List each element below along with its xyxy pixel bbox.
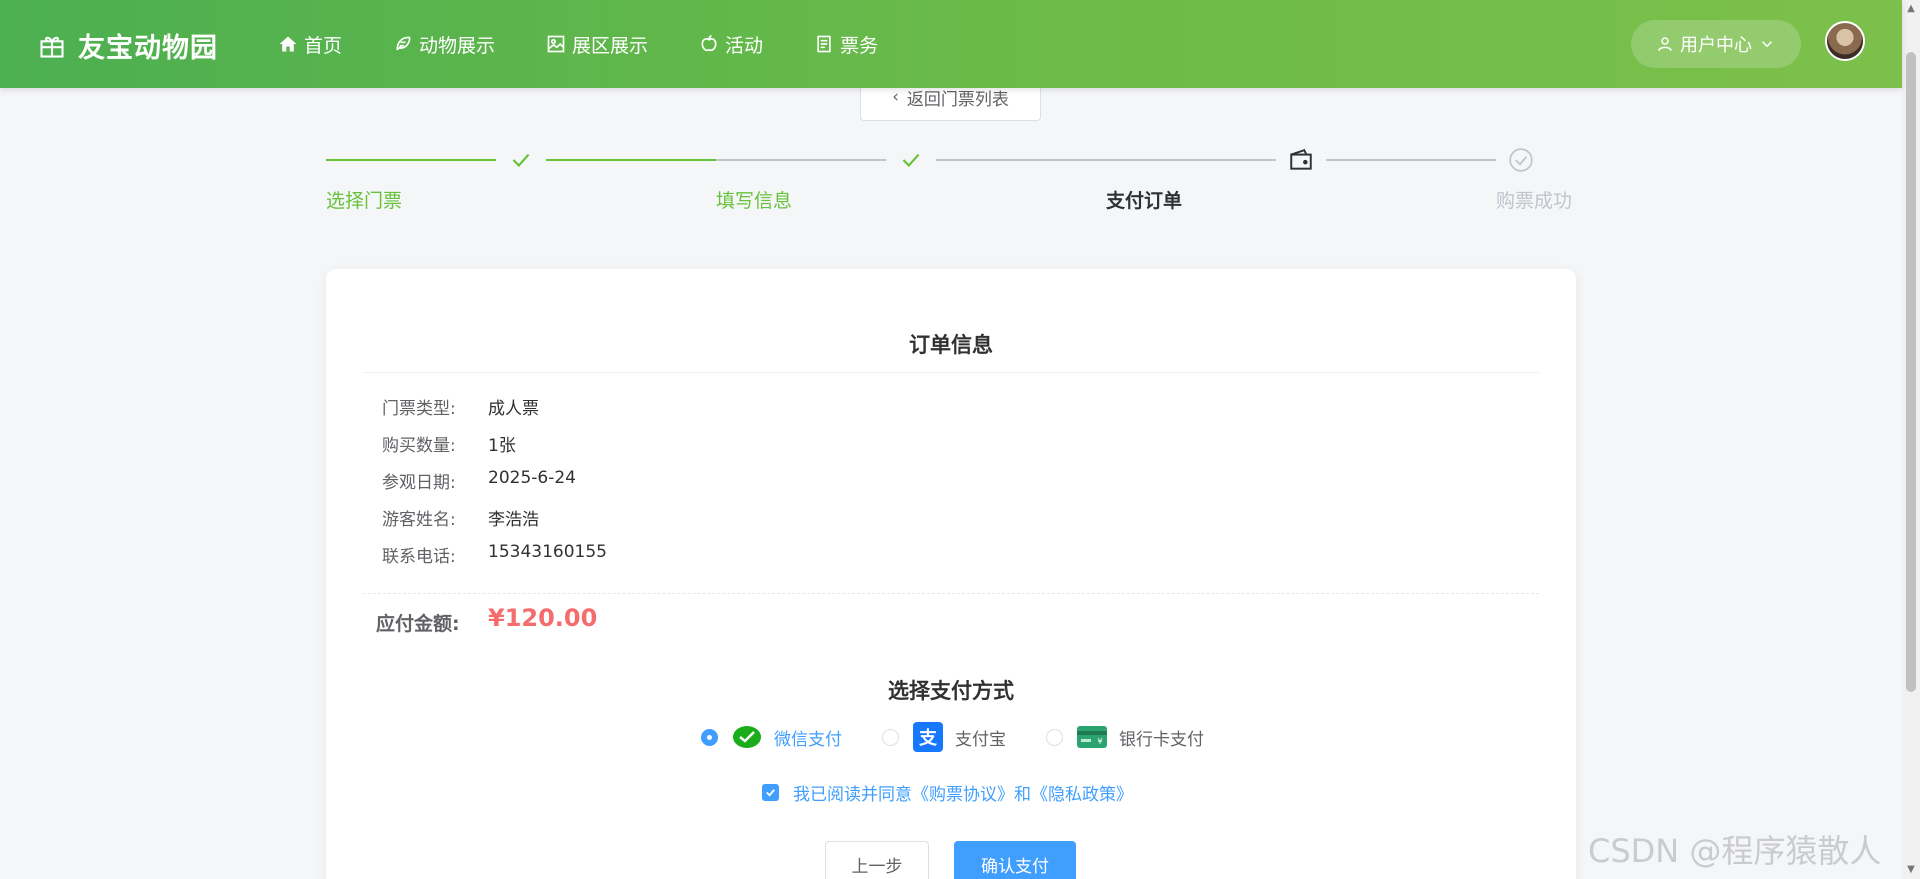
step-line xyxy=(936,159,1276,161)
info-label: 门票类型: xyxy=(382,399,456,419)
payment-label: 微信支付 xyxy=(774,729,842,750)
step-line xyxy=(326,159,496,161)
step-label: 支付订单 xyxy=(1106,190,1183,212)
apple-icon xyxy=(701,34,717,52)
scroll-down-arrow-icon[interactable]: ▼ xyxy=(1902,861,1920,879)
document-icon xyxy=(817,35,831,53)
info-label: 游客姓名: xyxy=(382,510,456,530)
svg-text:支: 支 xyxy=(918,727,938,749)
avatar[interactable] xyxy=(1825,21,1865,61)
step-line xyxy=(1326,159,1496,161)
radio-bank-card[interactable] xyxy=(1046,728,1063,746)
step-1-node xyxy=(496,140,546,180)
amount-label: 应付金额: xyxy=(376,613,460,635)
watermark: CSDN @程序猿散人 xyxy=(1588,832,1882,870)
payment-label: 银行卡支付 xyxy=(1119,729,1204,750)
wechat-pay-icon xyxy=(733,726,761,748)
dashed-divider xyxy=(363,593,1539,594)
previous-step-button[interactable]: 上一步 xyxy=(825,841,929,879)
step-line xyxy=(546,159,716,161)
payment-options: 微信支付 支 支付宝 ¥ 银行卡支付 xyxy=(701,722,1244,752)
info-label: 购买数量: xyxy=(382,436,456,456)
checkbox-checked-icon[interactable] xyxy=(762,784,779,801)
nav-item-label: 首页 xyxy=(304,34,343,57)
info-value: 李浩浩 xyxy=(488,510,539,530)
nav-item-tickets[interactable]: 票务 xyxy=(814,31,878,58)
info-row-ticket-type: 门票类型: 成人票 xyxy=(382,394,539,419)
step-label: 购票成功 xyxy=(1496,190,1573,212)
nav-item-home[interactable]: 首页 xyxy=(278,31,342,58)
step-3-node xyxy=(1276,140,1326,180)
user-icon xyxy=(1658,37,1672,51)
nav-item-animals[interactable]: 动物展示 xyxy=(393,31,495,58)
info-label: 参观日期: xyxy=(382,473,456,493)
main-nav: 首页 动物展示 展区展示 活动 票务 xyxy=(278,0,929,88)
payment-label: 支付宝 xyxy=(955,729,1006,750)
payment-option-alipay[interactable]: 支 支付宝 xyxy=(882,722,1006,752)
logo[interactable]: 友宝动物园 xyxy=(38,26,218,65)
back-button-label: 返回门票列表 xyxy=(906,89,1009,110)
payment-option-wechat[interactable]: 微信支付 xyxy=(701,722,842,752)
payment-method-title: 选择支付方式 xyxy=(888,679,1014,703)
svg-text:¥: ¥ xyxy=(1097,737,1102,746)
radio-wechat[interactable] xyxy=(701,728,718,746)
agreement-text[interactable]: 我已阅读并同意《购票协议》和《隐私政策》 xyxy=(793,780,1133,805)
order-info-title: 订单信息 xyxy=(909,333,993,357)
scroll-up-arrow-icon[interactable]: ▲ xyxy=(1902,0,1920,18)
logo-text: 友宝动物园 xyxy=(78,33,218,64)
payment-option-bank-card[interactable]: ¥ 银行卡支付 xyxy=(1046,722,1204,752)
info-value: 2025-6-24 xyxy=(488,468,576,488)
info-row-visit-date: 参观日期: 2025-6-24 xyxy=(382,468,576,493)
user-center-dropdown[interactable]: 用户中心 xyxy=(1631,20,1801,68)
step-line xyxy=(716,159,886,161)
info-value: 15343160155 xyxy=(488,542,607,562)
home-icon xyxy=(279,36,297,52)
nav-item-activities[interactable]: 活动 xyxy=(699,31,763,58)
page-scrollbar[interactable]: ▲ ▼ xyxy=(1902,0,1920,879)
info-row-phone: 联系电话: 15343160155 xyxy=(382,542,607,567)
step-2-node xyxy=(886,140,936,180)
info-value: 成人票 xyxy=(488,399,539,419)
image-icon xyxy=(547,35,565,53)
info-row-visitor-name: 游客姓名: 李浩浩 xyxy=(382,505,539,530)
nav-item-label: 展区展示 xyxy=(572,34,649,57)
check-icon xyxy=(902,153,920,167)
step-label: 选择门票 xyxy=(326,190,403,212)
amount-value: ¥120.00 xyxy=(488,604,598,632)
divider xyxy=(363,372,1539,373)
alipay-icon: 支 xyxy=(913,722,943,752)
nav-item-exhibits[interactable]: 展区展示 xyxy=(546,31,648,58)
confirm-payment-button[interactable]: 确认支付 xyxy=(954,841,1076,879)
info-label: 联系电话: xyxy=(382,547,456,567)
gift-icon xyxy=(40,36,64,58)
step-label: 填写信息 xyxy=(716,190,793,212)
info-row-quantity: 购买数量: 1张 xyxy=(382,431,516,456)
feather-icon xyxy=(396,36,411,51)
top-navbar: 友宝动物园 首页 动物展示 展区展示 活动 票务 用户中心 xyxy=(0,0,1902,88)
bank-card-icon: ¥ xyxy=(1077,726,1107,748)
order-card: 订单信息 门票类型: 成人票 购买数量: 1张 参观日期: 2025-6-24 … xyxy=(326,269,1576,879)
scroll-thumb[interactable] xyxy=(1906,52,1916,692)
circle-check-icon xyxy=(1509,148,1533,172)
wallet-icon xyxy=(1290,149,1312,170)
chevron-left-icon: ‹ xyxy=(892,87,899,107)
order-steps: 选择门票 填写信息 支付订单 购票成功 xyxy=(326,140,1576,220)
info-value: 1张 xyxy=(488,436,516,456)
check-icon xyxy=(512,153,530,167)
radio-alipay[interactable] xyxy=(882,728,899,746)
agreement-checkbox[interactable]: 我已阅读并同意《购票协议》和《隐私政策》 xyxy=(762,780,1133,805)
nav-item-label: 活动 xyxy=(725,34,764,57)
user-center-label: 用户中心 xyxy=(1680,35,1752,56)
step-4-node xyxy=(1496,140,1546,180)
nav-item-label: 动物展示 xyxy=(419,34,496,57)
chevron-down-icon xyxy=(1761,41,1773,48)
nav-item-label: 票务 xyxy=(840,34,879,57)
